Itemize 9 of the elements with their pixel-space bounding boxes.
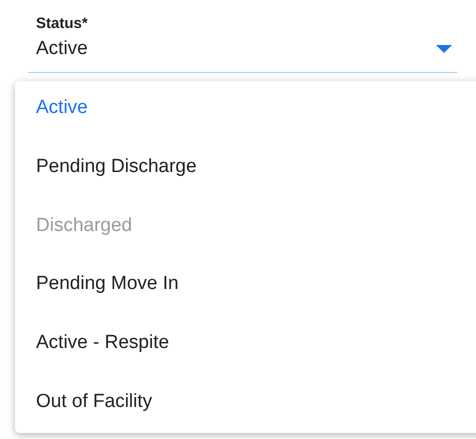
menu-option[interactable]: Pending Move In — [15, 261, 476, 320]
menu-option[interactable]: Active - Respite — [15, 320, 476, 379]
menu-option[interactable]: Pending Discharge — [15, 144, 476, 203]
menu-option[interactable]: Active — [15, 85, 476, 144]
caret-icon[interactable] — [436, 45, 452, 53]
field-label: Status* — [36, 14, 89, 34]
status-select[interactable]: Status* Active — [28, 14, 457, 73]
menu-option[interactable]: Out of Facility — [15, 378, 476, 438]
selected-value: Active — [36, 37, 88, 61]
